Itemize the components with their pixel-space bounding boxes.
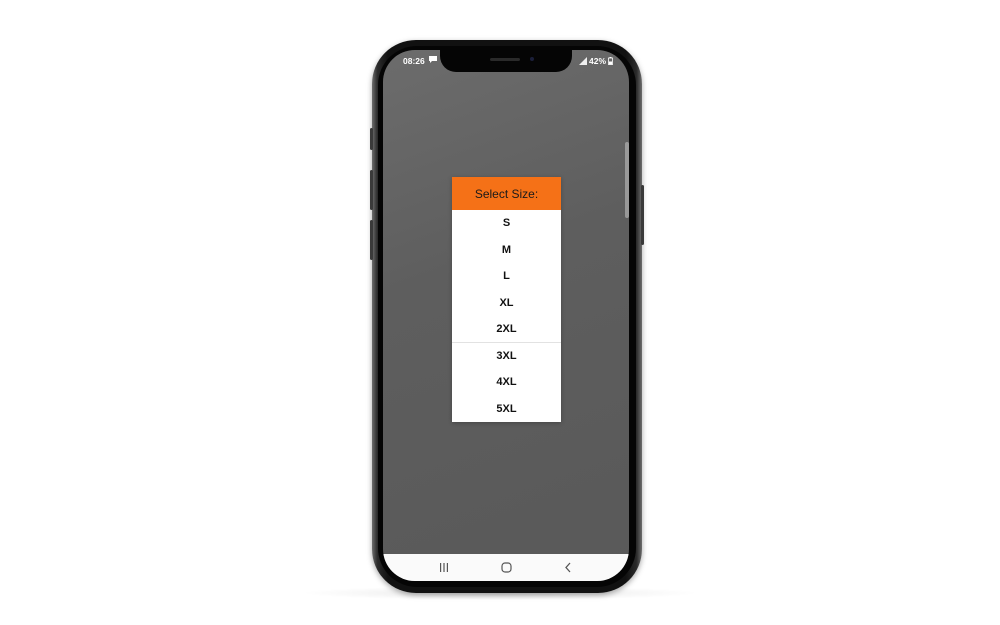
mute-switch <box>370 128 373 150</box>
size-selection-dialog: Select Size: S M L XL 2XL 3XL 4XL 5XL <box>452 177 561 422</box>
size-option-s[interactable]: S <box>452 210 561 237</box>
recent-apps-icon <box>440 563 448 572</box>
edge-panel-handle[interactable] <box>625 142 629 218</box>
size-option-m[interactable]: M <box>452 237 561 264</box>
power-button <box>641 185 644 245</box>
earpiece-speaker <box>490 58 520 61</box>
home-icon <box>500 562 512 573</box>
battery-icon <box>608 57 613 65</box>
front-camera <box>530 57 534 61</box>
home-button[interactable] <box>496 561 516 575</box>
status-right-group: 42% <box>578 56 613 66</box>
size-options-list: S M L XL 2XL 3XL 4XL 5XL <box>452 210 561 422</box>
status-time: 08:26 <box>403 56 425 66</box>
signal-icon <box>578 57 587 65</box>
battery-percent: 42% <box>588 56 606 66</box>
size-option-xl[interactable]: XL <box>452 290 561 317</box>
back-icon <box>565 562 571 573</box>
navigation-bar <box>383 554 629 581</box>
volume-up-button <box>370 170 373 210</box>
size-option-3xl[interactable]: 3XL <box>452 343 561 370</box>
size-option-2xl[interactable]: 2XL <box>452 316 561 343</box>
message-notification-icon <box>429 56 437 63</box>
volume-down-button <box>370 220 373 260</box>
size-option-5xl[interactable]: 5XL <box>452 396 561 423</box>
mockup-stage: 08:26 42% Select Size: S M L XL 2XL 3XL … <box>0 0 1000 625</box>
size-option-l[interactable]: L <box>452 263 561 290</box>
dialog-title: Select Size: <box>474 186 539 201</box>
dialog-header: Select Size: <box>452 177 561 210</box>
size-option-4xl[interactable]: 4XL <box>452 369 561 396</box>
back-button[interactable] <box>558 561 578 575</box>
phone-screen: 08:26 42% Select Size: S M L XL 2XL 3XL … <box>383 50 629 581</box>
notch <box>440 50 572 72</box>
recent-apps-button[interactable] <box>434 561 454 575</box>
